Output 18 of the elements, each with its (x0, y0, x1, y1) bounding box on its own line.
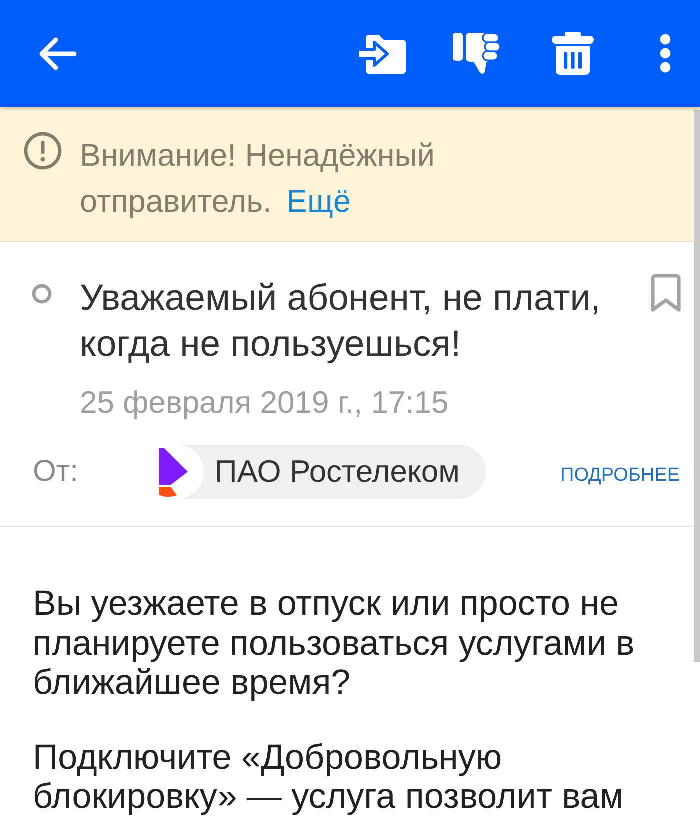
details-link[interactable]: ПОДРОБНЕЕ (560, 465, 680, 487)
bookmark-icon (650, 274, 682, 313)
back-arrow-icon (39, 36, 77, 70)
sender-chip[interactable]: ПАО Ростелеком (150, 445, 486, 499)
trash-icon (552, 32, 594, 75)
from-label: От: (33, 455, 78, 489)
logo-icon (150, 445, 204, 499)
folder-arrow-icon (356, 34, 406, 74)
warning-text: Внимание! Ненадёжный отправитель. Ещё (80, 136, 436, 221)
body-paragraph: Подключите «Добровольную блокировку» — услуга позволит вам (33, 738, 625, 816)
more-link[interactable]: Ещё (286, 183, 351, 219)
warning-icon (24, 132, 62, 170)
body-paragraph: Вы уезжаете в отпуск или просто не планируете пользоваться услугами в ближайшее время? (33, 584, 636, 702)
message-subject: Уважаемый абонент, не плати, когда не пользуешься! (80, 276, 602, 366)
more-icon (660, 34, 670, 73)
message-date: 25 февраля 2019 г., 17:15 (80, 384, 449, 422)
status-ring-icon[interactable] (32, 284, 52, 304)
thumbs-down-icon (453, 32, 501, 74)
